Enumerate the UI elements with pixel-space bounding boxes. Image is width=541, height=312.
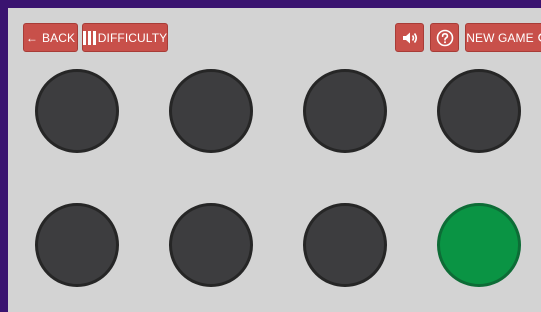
back-button-label: BACK <box>42 30 76 45</box>
unlit-circle[interactable] <box>437 69 521 153</box>
unlit-circle[interactable] <box>303 203 387 287</box>
new-game-button-label: NEW GAME <box>466 30 534 45</box>
refresh-icon <box>537 33 541 42</box>
unlit-circle[interactable] <box>169 69 253 153</box>
difficulty-button[interactable]: DIFFICULTY <box>82 23 168 52</box>
unlit-circle[interactable] <box>169 203 253 287</box>
help-icon <box>436 29 453 46</box>
difficulty-button-label: DIFFICULTY <box>97 30 168 45</box>
unlit-circle[interactable] <box>35 69 119 153</box>
unlit-circle[interactable] <box>35 203 119 287</box>
new-game-button[interactable]: NEW GAME <box>465 23 541 52</box>
arrow-left-icon: ← <box>25 30 39 45</box>
toolbar: ← BACK DIFFICULTY NEW GAME <box>23 23 541 52</box>
unlit-circle[interactable] <box>303 69 387 153</box>
back-button[interactable]: ← BACK <box>23 23 78 52</box>
bars-icon <box>82 30 96 45</box>
game-frame: ← BACK DIFFICULTY NEW GAME <box>0 0 541 312</box>
help-button[interactable] <box>430 23 459 52</box>
sound-button[interactable] <box>395 23 424 52</box>
speaker-icon <box>402 32 417 43</box>
lit-circle[interactable] <box>437 203 521 287</box>
